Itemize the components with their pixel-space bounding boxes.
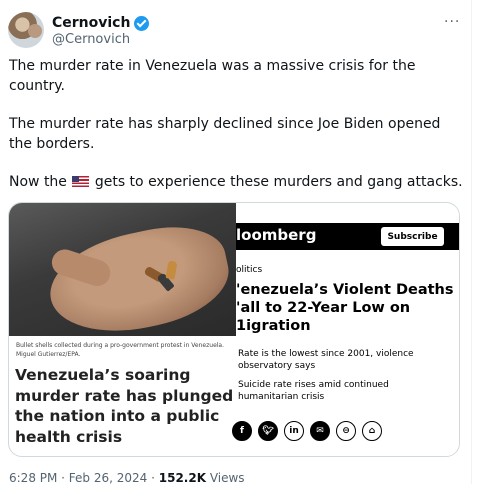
timeline-border [471,0,472,484]
views-count: 152.2K [158,471,207,485]
author-name[interactable]: Cernovich [52,15,130,31]
tweet-paragraph: Now the gets to experience these murders… [9,173,464,193]
subscribe-button: Subscribe [381,227,444,246]
tweet-paragraph: The murder rate has sharply declined sin… [9,116,441,152]
photo-caption: Bullet shells collected during a pro-gov… [16,342,225,358]
author-name-row[interactable]: Cernovich [52,14,150,32]
article-headline-left: Venezuela’s soaring murder rate has plun… [15,366,234,446]
tweet-meta: 6:28 PM · Feb 26, 2024 · 152.2K Views [9,471,245,485]
avatar[interactable] [8,12,44,48]
timestamp[interactable]: 6:28 PM · Feb 26, 2024 · [9,471,159,485]
article-bullet: Rate is the lowest since 2001, violence … [238,349,414,371]
article-headline-right: 'enezuela’s Violent Deaths 'all to 22-Ye… [236,282,454,334]
link-icon: ⊖ [336,421,356,441]
twitter-icon: 🐦︎ [258,421,278,441]
share-icons-row: f 🐦︎ in ✉ ⊖ ⌂ [232,421,382,441]
tweet-header: Cernovich @Cernovich ··· [8,10,464,50]
email-icon: ✉ [310,421,330,441]
author-handle[interactable]: @Cernovich [52,32,130,47]
article-bullet: Suicide rate rises amid continued humani… [238,380,389,402]
tweet-text-part: Now the [9,174,67,190]
verified-badge-icon [134,15,150,31]
media-card[interactable]: Bullet shells collected during a pro-gov… [8,202,460,457]
bullet-shells-photo [9,203,236,336]
views-label: Views [206,471,245,485]
tweet-paragraph: The murder rate in Venezuela was a massi… [9,58,416,94]
gift-icon: ⌂ [362,421,382,441]
facebook-icon: f [232,421,252,441]
tweet-text-part: gets to experience these murders and gan… [94,174,463,190]
hand-image [41,215,236,336]
more-options-icon[interactable]: ··· [444,14,460,30]
tweet-text: The murder rate in Venezuela was a massi… [9,57,464,212]
us-flag-emoji-icon [72,176,90,187]
linkedin-icon: in [284,421,304,441]
bloomberg-header-bar: loomberg Subscribe [236,223,459,250]
section-label: olitics [236,265,263,275]
bloomberg-logo: loomberg [236,226,317,244]
bloomberg-screenshot: loomberg Subscribe olitics 'enezuela’s V… [232,203,459,456]
